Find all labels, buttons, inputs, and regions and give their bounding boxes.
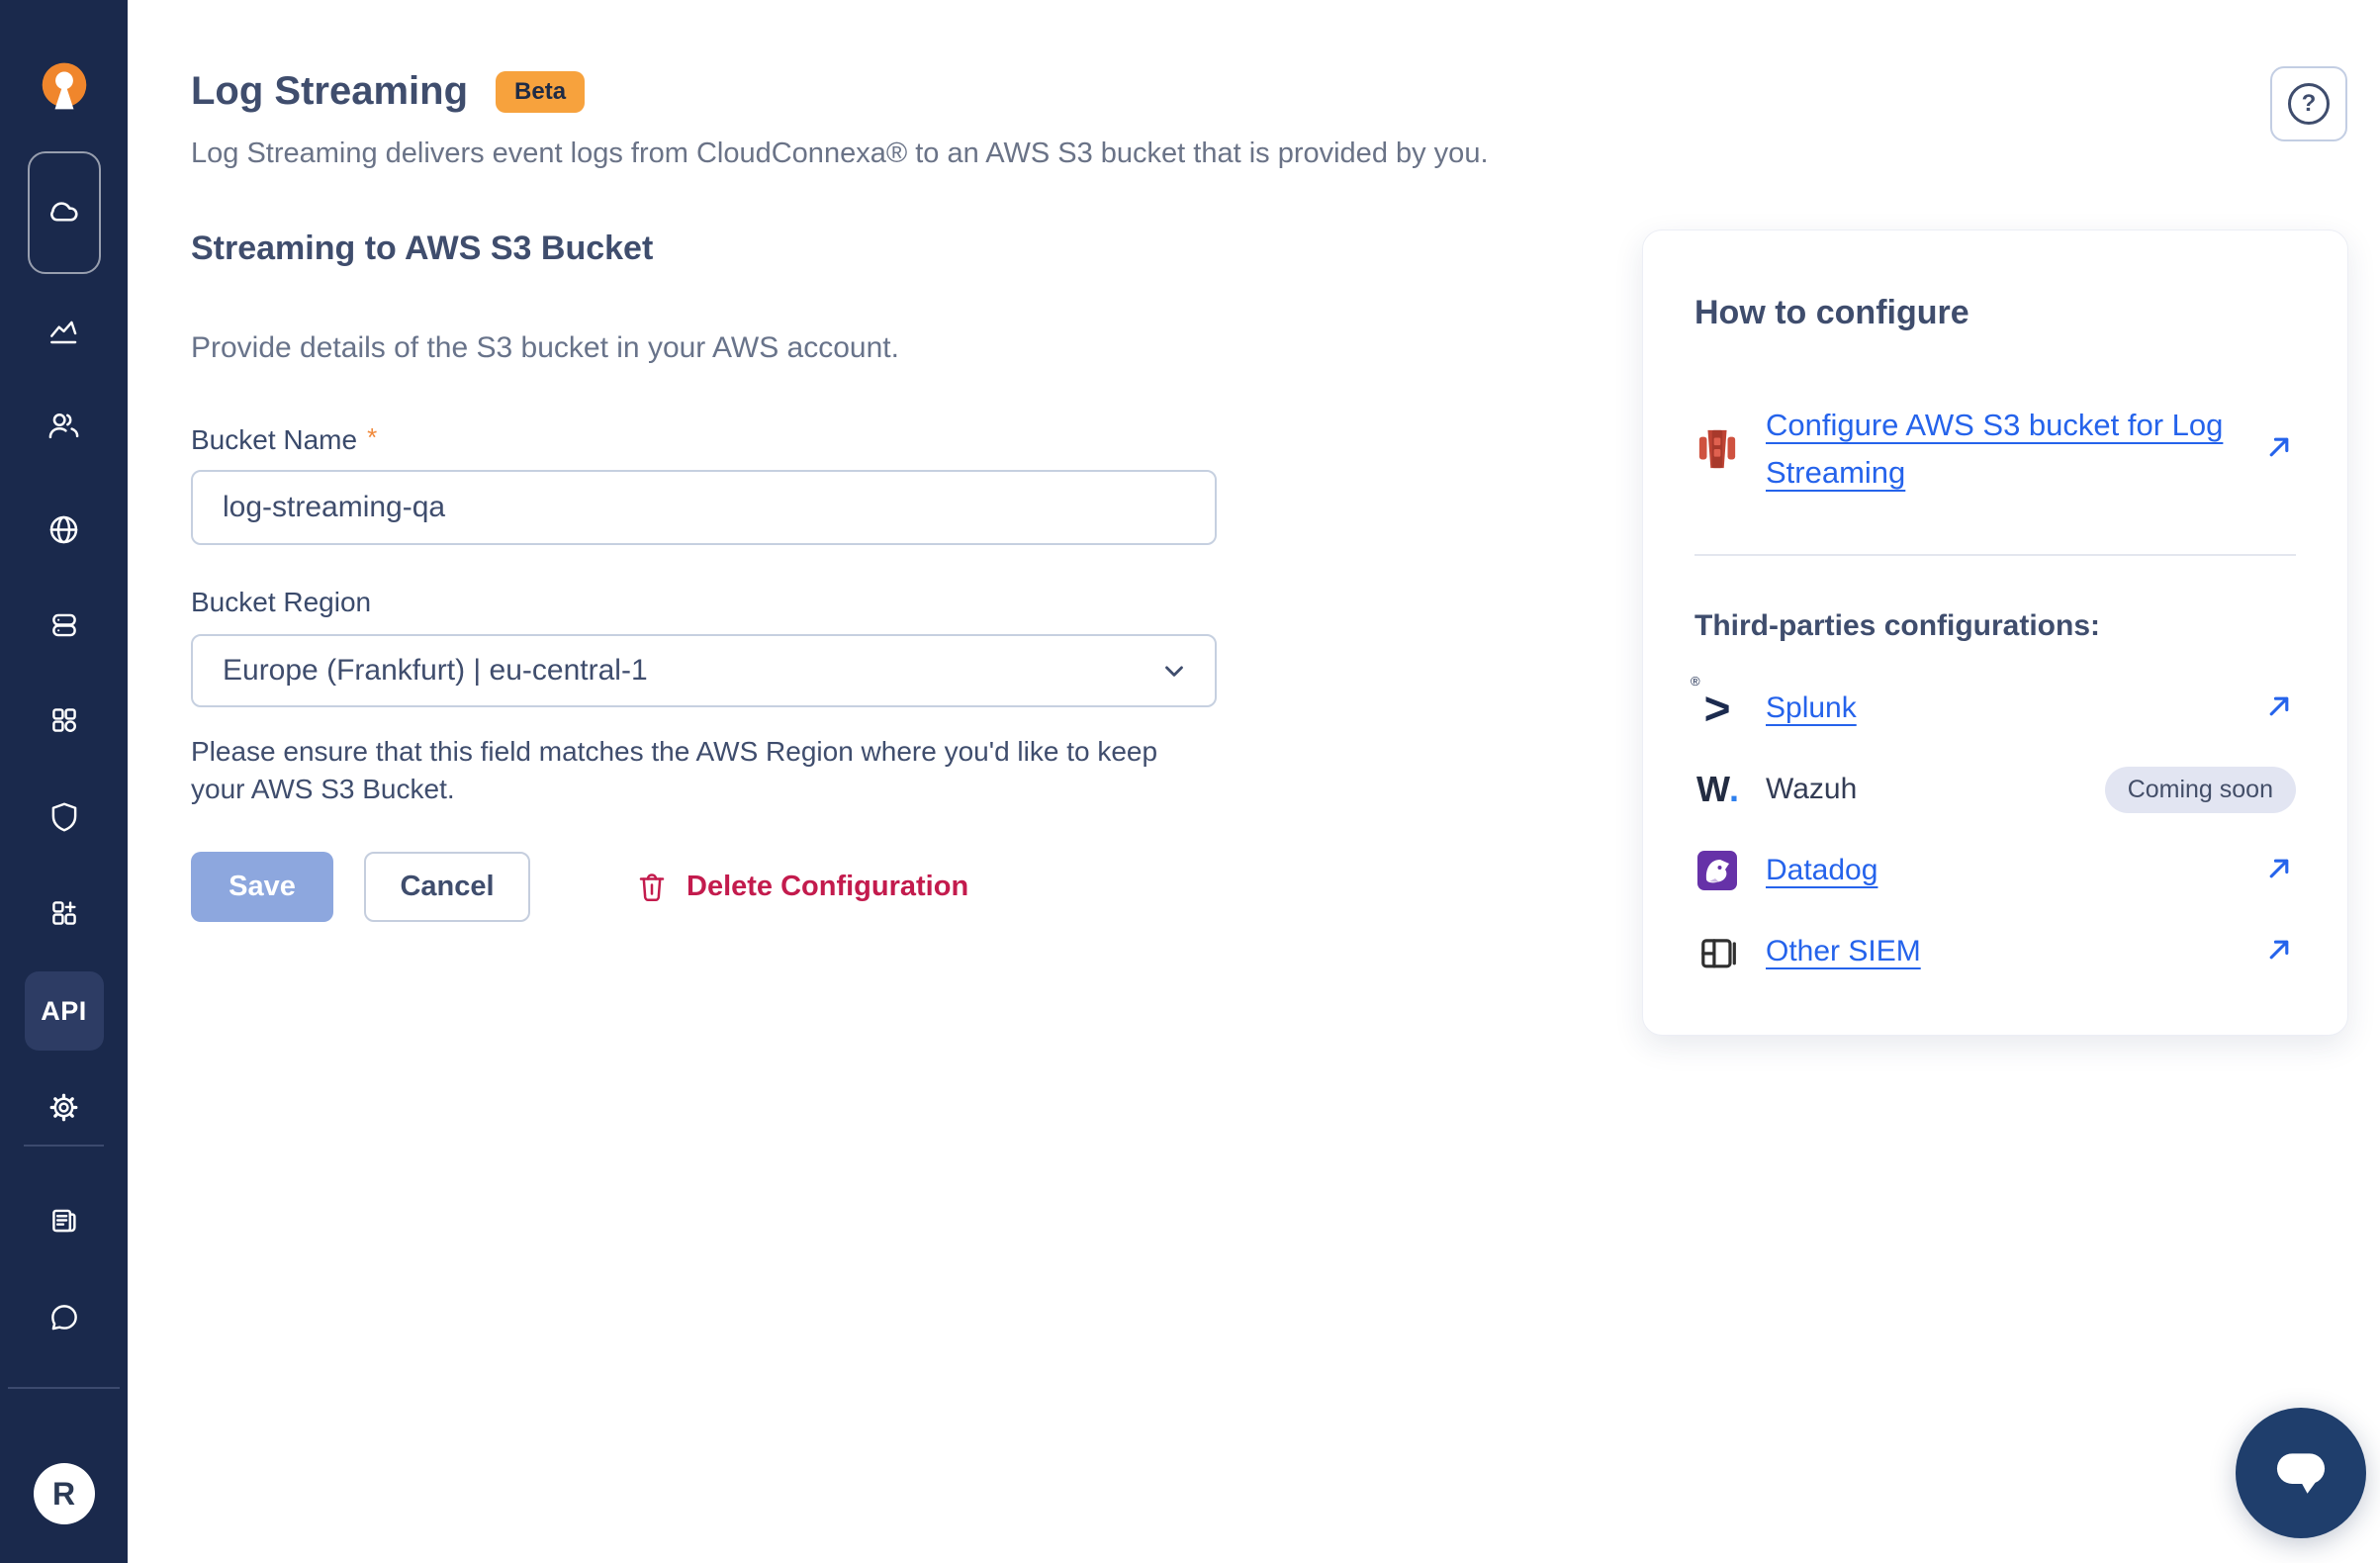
question-mark-icon: ? (2288, 83, 2330, 125)
openvpn-logo-icon (42, 62, 86, 110)
help-button[interactable]: ? (2270, 66, 2347, 141)
globe-icon (49, 515, 78, 543)
page-header: Log Streaming Beta (191, 69, 2348, 114)
third-party-datadog[interactable]: Datadog (1694, 843, 2296, 898)
s3-bucket-form: Streaming to AWS S3 Bucket Provide detai… (191, 230, 1220, 922)
delete-configuration-button[interactable]: Delete Configuration (635, 870, 968, 905)
apps-grid-icon (51, 708, 76, 732)
beta-badge: Beta (496, 70, 586, 113)
bucket-region-select[interactable]: Europe (Frankfurt) | eu-central-1 (191, 634, 1217, 707)
user-avatar[interactable]: R (33, 1463, 95, 1524)
api-label: API (41, 995, 87, 1026)
howto-title: How to configure (1694, 294, 1969, 331)
sidebar-item-network[interactable] (27, 151, 101, 274)
avatar-initial: R (51, 1475, 76, 1512)
card-divider (1694, 554, 2296, 556)
sidebar-item-applications[interactable] (28, 684, 101, 757)
shield-icon (51, 802, 76, 832)
bucket-region-label: Bucket Region (191, 587, 372, 617)
sidebar-divider (24, 1145, 104, 1147)
sidebar-item-api[interactable]: API (24, 971, 104, 1051)
cloud-icon (49, 202, 78, 222)
wazuh-label: Wazuh (1766, 773, 1858, 805)
chevron-down-icon (1165, 666, 1183, 677)
sidebar-item-integrations[interactable] (28, 876, 101, 950)
external-link-icon (2262, 690, 2296, 728)
wazuh-icon: W. (1696, 769, 1739, 809)
sidebar-item-security[interactable] (28, 781, 101, 854)
third-party-splunk[interactable]: > ® Splunk (1691, 674, 2296, 736)
bucket-region-helper: Please ensure that this field matches th… (191, 736, 1158, 804)
news-icon (51, 1209, 76, 1233)
datadog-icon (1694, 848, 1740, 893)
external-link-icon (2262, 933, 2296, 971)
aws-s3-icon (1694, 426, 1740, 472)
configure-s3-link[interactable]: Configure AWS S3 bucket for Log Streamin… (1694, 402, 2296, 497)
configure-s3-link-text: Configure AWS S3 bucket for Log Streamin… (1766, 408, 2224, 490)
coming-soon-badge: Coming soon (2104, 766, 2296, 813)
third-party-other-siem[interactable]: Other SIEM (1694, 924, 2296, 979)
chat-launcher-icon (2276, 1453, 2326, 1494)
splunk-icon: > ® (1691, 674, 1731, 734)
third-parties-heading: Third-parties configurations: (1694, 609, 2101, 642)
server-icon (51, 613, 76, 637)
bucket-region-value: Europe (Frankfurt) | eu-central-1 (223, 654, 648, 687)
trash-icon (639, 873, 665, 901)
sidebar-item-settings[interactable] (28, 1070, 101, 1144)
sidebar-item-support-chat[interactable] (28, 1281, 101, 1354)
gear-icon (49, 1093, 78, 1121)
external-link-icon (2262, 852, 2296, 890)
chat-launcher-button[interactable] (2236, 1408, 2366, 1538)
chat-bubble-icon (50, 1305, 77, 1331)
sidebar-item-internet[interactable] (28, 493, 101, 566)
cancel-button[interactable]: Cancel (364, 852, 530, 922)
page-description: Log Streaming delivers event logs from C… (191, 138, 1489, 169)
siem-dashboard-icon (1694, 929, 1740, 974)
other-siem-link[interactable]: Other SIEM (1766, 935, 1921, 968)
sidebar-divider-bottom (8, 1387, 120, 1389)
how-to-configure-card: How to configure Configure AWS S3 bucket… (1642, 230, 2348, 1036)
chart-icon (49, 321, 76, 344)
external-link-icon (2262, 430, 2296, 469)
section-title: Streaming to AWS S3 Bucket (191, 230, 654, 267)
required-asterisk: * (367, 422, 378, 452)
sidebar-item-insights[interactable] (28, 297, 101, 370)
splunk-link[interactable]: Splunk (1766, 691, 1857, 725)
sidebar-item-hosts[interactable] (28, 589, 101, 662)
sidebar-item-users[interactable] (28, 389, 101, 462)
sidebar: API R (0, 0, 128, 1563)
page-title: Log Streaming (191, 69, 469, 113)
bucket-name-label: Bucket Name * (191, 422, 378, 455)
third-party-list: > ® Splunk W. Wazuh Coming soon Datadog … (1691, 674, 2296, 979)
openvpn-logo[interactable] (36, 57, 93, 115)
form-actions: Save Cancel Delete Configuration (191, 852, 1220, 922)
third-party-wazuh: W. Wazuh Coming soon (1694, 762, 2296, 817)
main-content: Log Streaming Beta Log Streaming deliver… (128, 0, 2380, 1563)
users-icon (48, 413, 79, 438)
section-description: Provide details of the S3 bucket in your… (191, 331, 899, 364)
add-integration-icon (51, 901, 76, 925)
sidebar-item-news[interactable] (28, 1184, 101, 1257)
save-button[interactable]: Save (191, 852, 333, 922)
datadog-link[interactable]: Datadog (1766, 854, 1877, 887)
bucket-name-input[interactable] (191, 470, 1217, 545)
